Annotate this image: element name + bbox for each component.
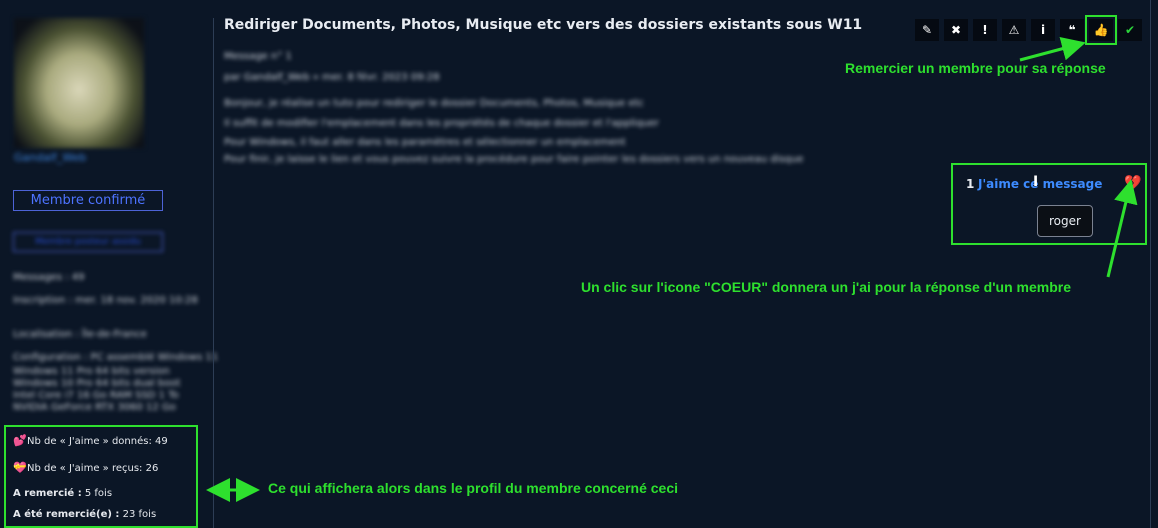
annotation-arrows: [206, 37, 1138, 502]
arrow-to-heart: [1106, 179, 1138, 278]
arrow-to-thanks: [1019, 37, 1086, 62]
